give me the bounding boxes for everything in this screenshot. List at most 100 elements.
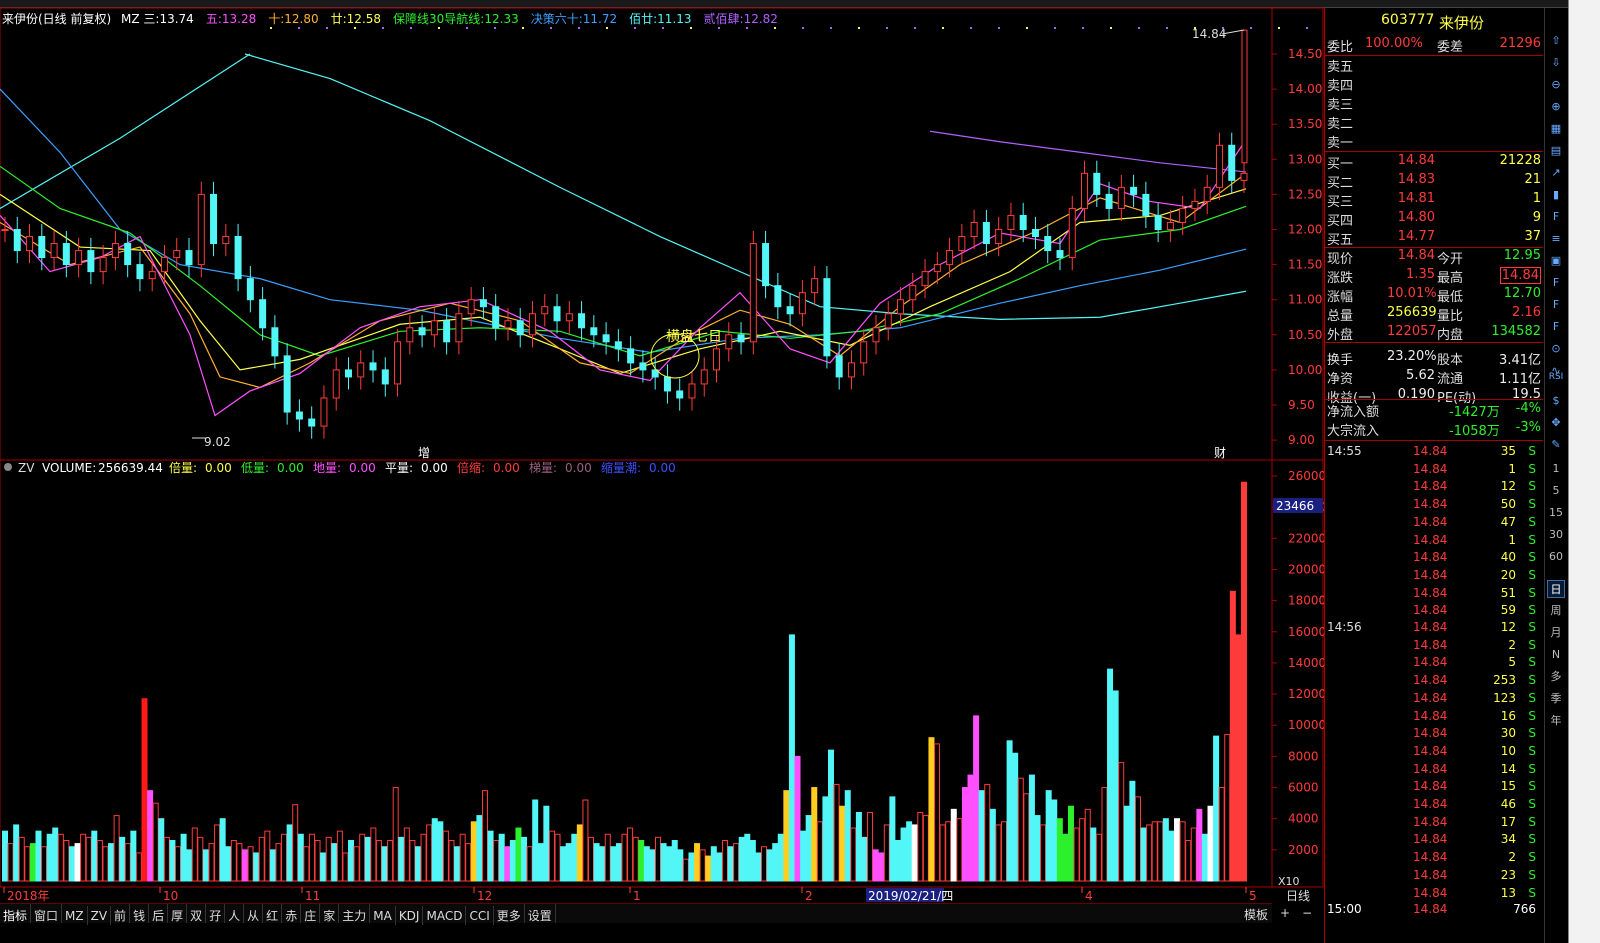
tab-17[interactable]: MA [370, 906, 396, 925]
volume-bar [258, 836, 265, 882]
rsi-button[interactable]: RSI [1547, 368, 1565, 386]
volume-bar [431, 818, 438, 882]
period-8-button[interactable]: N [1547, 646, 1565, 664]
ma60-line [0, 88, 1247, 353]
link-icon[interactable]: ⊙ [1547, 340, 1565, 358]
volume-axis-label: 12000 [1288, 687, 1324, 701]
volume-bar [1107, 668, 1114, 882]
period-0-button[interactable]: 1 [1547, 460, 1565, 478]
volume-bar [308, 833, 315, 882]
tab-0[interactable]: 指标 [0, 904, 32, 923]
date-axis-label: 4 [1085, 889, 1093, 903]
tick-price: 14.84 [1413, 761, 1448, 776]
tab-10[interactable]: 人 [225, 904, 245, 923]
price-axis-label: 10.00 [1288, 363, 1322, 377]
arrow-up-icon[interactable]: ⇧ [1547, 32, 1565, 50]
tab-9[interactable]: 孖 [206, 904, 226, 923]
period-1-button[interactable]: 5 [1547, 482, 1565, 500]
candle-body [1044, 236, 1052, 252]
signal-dot [774, 27, 776, 29]
tab-21[interactable]: 更多 [494, 904, 525, 923]
tick-side: S [1528, 726, 1536, 741]
tab-2[interactable]: MZ [62, 906, 88, 925]
signal-dot [830, 27, 832, 29]
volume-bar [582, 799, 589, 882]
quote-label: 最高 [1437, 271, 1464, 286]
tab-20[interactable]: CCI [466, 906, 494, 925]
period-3-button[interactable]: 30 [1547, 526, 1565, 544]
volume-bar [325, 836, 332, 882]
bar-icon[interactable]: ▮ [1547, 186, 1565, 204]
tab-15[interactable]: 家 [320, 904, 340, 923]
volume-bar [336, 830, 343, 882]
plus-icon[interactable]: ⊕ [1547, 98, 1565, 116]
template-plus-button[interactable]: + [1280, 906, 1290, 923]
list-icon[interactable]: ≡ [1547, 230, 1565, 248]
trend-icon[interactable]: ↗ [1547, 164, 1565, 182]
tab-12[interactable]: 红 [263, 904, 283, 923]
tick-price: 14.84 [1413, 655, 1448, 670]
period-4-button[interactable]: 60 [1547, 548, 1565, 566]
candle-body [909, 285, 917, 301]
tick-price: 14.84 [1413, 585, 1448, 600]
volume-bar [437, 821, 444, 882]
tick-row: 14.84 12 S [1325, 479, 1542, 497]
buy-level-price: 14.83 [1397, 172, 1435, 187]
grid-icon[interactable]: ▤ [1547, 142, 1565, 160]
pen-icon[interactable]: ✎ [1547, 436, 1565, 454]
chart-area[interactable]: 14.50 14.00 13.50 13.00 12.50 12.00 11.50 11.00… [0, 0, 1324, 903]
tab-4[interactable]: 前 [111, 904, 131, 923]
tick-side: S [1528, 585, 1536, 600]
volume-bar [755, 852, 762, 882]
candle-body [418, 327, 426, 336]
tab-7[interactable]: 厚 [168, 904, 188, 923]
tick-volume: 13 [1500, 885, 1516, 900]
volume-bar [1129, 780, 1136, 882]
chart-icon[interactable]: ▦ [1547, 120, 1565, 138]
volume-axis-label: 20000 [1288, 562, 1324, 576]
volume-bar [68, 846, 75, 882]
date-axis-label: 12 [477, 889, 492, 903]
tab-19[interactable]: MACD [423, 906, 467, 925]
tab-1[interactable]: 窗口 [31, 904, 63, 923]
dollar-icon[interactable]: $ [1547, 392, 1565, 410]
tab-6[interactable]: 后 [149, 904, 169, 923]
period-6-button[interactable]: 周 [1547, 602, 1565, 620]
f10-icon[interactable]: F [1547, 208, 1565, 226]
template-template-button[interactable]: 模板 [1244, 906, 1268, 923]
tab-22[interactable]: 设置 [525, 904, 556, 923]
volume-bar [236, 843, 243, 882]
period-7-button[interactable]: 月 [1547, 624, 1565, 642]
kline-ma-value: 13.74 [159, 12, 194, 26]
volume-bar [135, 852, 142, 882]
period-11-button[interactable]: 年 [1547, 712, 1565, 730]
tab-5[interactable]: 钱 [130, 904, 150, 923]
tab-13[interactable]: 赤 [282, 904, 302, 923]
f3-icon[interactable]: F [1547, 296, 1565, 314]
template-minus-button[interactable]: − [1302, 906, 1312, 923]
volume-toggle-icon[interactable] [4, 463, 12, 471]
signal-dot [326, 27, 328, 29]
calc-icon[interactable]: ▣ [1547, 252, 1565, 270]
candle-body [1105, 193, 1113, 209]
period-5-button[interactable]: 日 [1547, 580, 1565, 598]
minus-icon[interactable]: ⊖ [1547, 76, 1565, 94]
volume-bar [297, 833, 304, 882]
period-9-button[interactable]: 多 [1547, 668, 1565, 686]
period-10-button[interactable]: 季 [1547, 690, 1565, 708]
tick-side: S [1528, 673, 1536, 688]
tab-18[interactable]: KDJ [396, 906, 424, 925]
volume-bar [945, 821, 952, 882]
tab-8[interactable]: 双 [187, 904, 207, 923]
period-2-button[interactable]: 15 [1547, 504, 1565, 522]
tab-14[interactable]: 庄 [301, 904, 321, 923]
arrow-down-icon[interactable]: ⇩ [1547, 54, 1565, 72]
quote-label: 总量 [1327, 309, 1354, 324]
f4-icon[interactable]: F [1547, 318, 1565, 336]
move-icon[interactable]: ✥ [1547, 414, 1565, 432]
tick-price: 14.84 [1413, 832, 1448, 847]
f2-icon[interactable]: F [1547, 274, 1565, 292]
tab-16[interactable]: 主力 [339, 904, 371, 923]
tab-11[interactable]: 从 [244, 904, 264, 923]
tab-3[interactable]: ZV [88, 906, 112, 925]
